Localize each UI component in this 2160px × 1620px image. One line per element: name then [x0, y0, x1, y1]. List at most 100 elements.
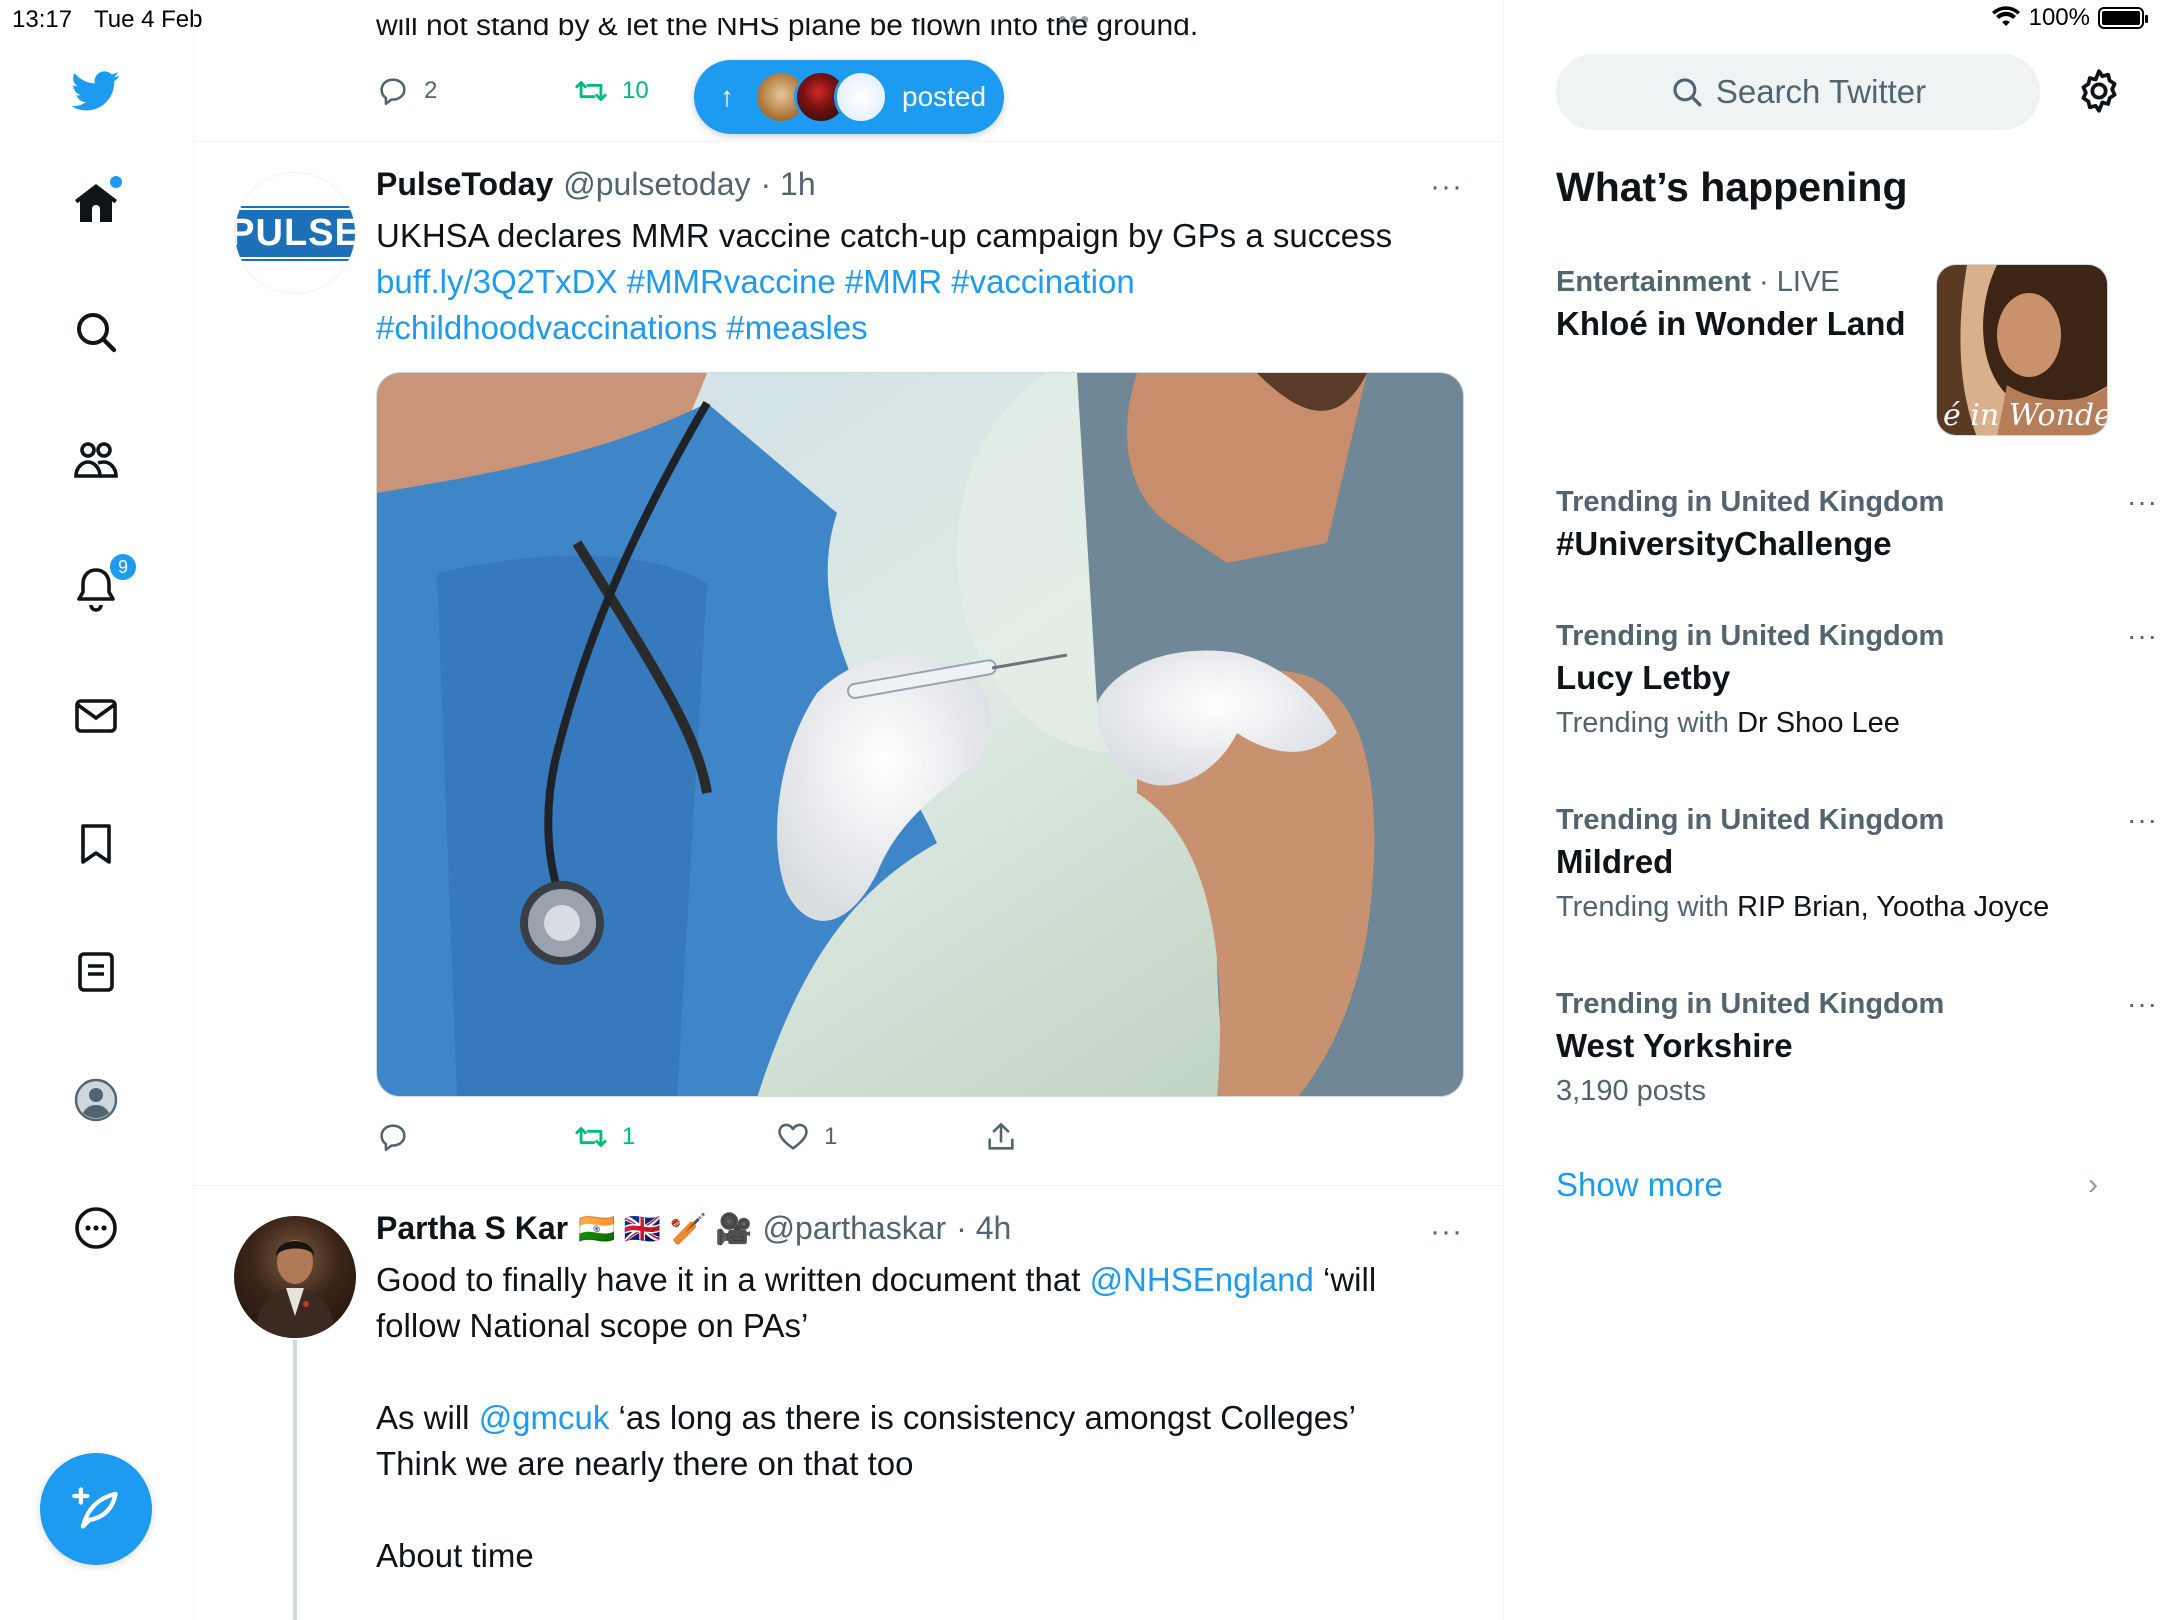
- live-label: · LIVE: [1759, 266, 1840, 298]
- reply-button[interactable]: [376, 1120, 424, 1154]
- mention-link[interactable]: @gmcuk: [479, 1399, 610, 1436]
- pulsetoday-avatar[interactable]: PULSE: [234, 172, 356, 294]
- more-icon[interactable]: [66, 1198, 126, 1258]
- tweet-time[interactable]: · 4h: [956, 1210, 1011, 1247]
- whats-happening-heading: What’s happening: [1556, 164, 1908, 210]
- tweet-divider: [194, 1185, 1503, 1186]
- share-button[interactable]: [984, 1120, 1018, 1154]
- tweet-hashtags[interactable]: #childhoodvaccinations #measles: [376, 305, 1436, 351]
- posted-avatars: [754, 70, 888, 124]
- search-placeholder: Search Twitter: [1715, 73, 1927, 110]
- tweet-link[interactable]: buff.ly/3Q2TxDX: [376, 263, 618, 300]
- trend-item[interactable]: Trending in United Kingdom West Yorkshir…: [1556, 988, 2157, 1108]
- reply-icon: [380, 1124, 406, 1152]
- tweet-text-segment: As will: [376, 1399, 479, 1436]
- trend-more-icon[interactable]: ···: [2127, 620, 2158, 652]
- show-more-link[interactable]: Show more: [1556, 1166, 1723, 1204]
- like-count: 1: [824, 1123, 838, 1150]
- tweet-hashtags[interactable]: #MMRvaccine #MMR #vaccination: [627, 263, 1135, 300]
- communities-icon[interactable]: [66, 430, 126, 490]
- trend-more-icon[interactable]: ···: [2127, 486, 2158, 518]
- tweet-header: Partha S Kar 🇮🇳 🇬🇧 🏏 🎥 @parthaskar · 4h: [376, 1210, 1011, 1247]
- profile-icon[interactable]: [66, 1070, 126, 1130]
- vaccination-photo: [377, 373, 1463, 1096]
- reply-icon: [380, 78, 406, 106]
- tweet-text-segment: Good to finally have it in a written doc…: [376, 1261, 1090, 1298]
- previous-tweet-retweet-button[interactable]: 10: [574, 74, 649, 108]
- trend-more-icon[interactable]: ···: [2127, 988, 2158, 1020]
- compose-tweet-icon: [72, 1487, 118, 1529]
- trend-thumbnail[interactable]: é in Wonder L: [1936, 264, 2108, 436]
- previous-tweet-text: will not stand by & let the NHS plane be…: [376, 18, 1199, 42]
- trend-with-value: Dr Shoo Lee: [1737, 707, 1900, 739]
- trend-item[interactable]: Trending in United Kingdom Mildred Trend…: [1556, 804, 2157, 924]
- like-button[interactable]: 1: [776, 1120, 837, 1154]
- trend-with-value: RIP Brian, Yootha Joyce: [1737, 891, 2050, 923]
- trend-with-label: Trending with: [1556, 891, 1738, 923]
- author-name-emojis: 🇮🇳 🇬🇧 🏏 🎥: [578, 1213, 753, 1246]
- arrow-up-icon: ↑: [720, 81, 734, 112]
- tweet-text-segment: ‘as long as there is consistency amongst…: [609, 1399, 1356, 1436]
- new-posts-pill[interactable]: ↑ posted: [694, 60, 1004, 134]
- tweet-header: PulseToday @pulsetoday · 1h: [376, 166, 816, 203]
- lists-icon[interactable]: [66, 942, 126, 1002]
- tweet-text-segment: ‘will: [1313, 1261, 1377, 1298]
- trend-title: West Yorkshire: [1556, 1027, 1793, 1064]
- tweet-text-line: UKHSA declares MMR vaccine catch-up camp…: [376, 217, 1393, 254]
- retweet-icon: [575, 1127, 607, 1147]
- author-name[interactable]: Partha S Kar: [376, 1210, 568, 1247]
- retweet-icon: [575, 81, 607, 101]
- trend-item[interactable]: Trending in United Kingdom #UniversityCh…: [1556, 486, 2157, 563]
- home-icon[interactable]: [66, 174, 126, 234]
- messages-icon[interactable]: [66, 686, 126, 746]
- trend-category: Trending in United Kingdom: [1556, 620, 1945, 652]
- timeline-feed[interactable]: will not stand by & let the NHS plane be…: [194, 0, 1504, 1620]
- thumbnail-text: é in Wonder L: [1943, 398, 2108, 433]
- retweet-button[interactable]: 1: [574, 1120, 635, 1154]
- tweet-time[interactable]: · 1h: [761, 166, 816, 203]
- trend-category: Trending in United Kingdom: [1556, 988, 1945, 1020]
- right-sidebar: Search Twitter What’s happening Entertai…: [1504, 0, 2160, 1620]
- previous-tweet-reply-button[interactable]: 2: [376, 74, 437, 108]
- notifications-badge: 9: [108, 552, 138, 582]
- trend-category: Trending in United Kingdom: [1556, 486, 1945, 518]
- twitter-logo-icon[interactable]: [66, 60, 126, 120]
- tweet-divider: [194, 141, 1503, 142]
- posted-label: posted: [902, 81, 987, 112]
- chevron-right-icon[interactable]: ›: [2088, 1168, 2098, 1202]
- tweet-text-line: follow National scope on PAs’: [376, 1307, 809, 1344]
- tweet-more-icon[interactable]: ···: [1430, 1215, 1463, 1249]
- trend-title: Lucy Letby: [1556, 659, 1731, 696]
- explore-icon[interactable]: [66, 302, 126, 362]
- tweet-more-icon[interactable]: ···: [1430, 170, 1463, 204]
- trend-category: Entertainment: [1556, 266, 1751, 298]
- reply-count: 2: [424, 77, 438, 104]
- thread-connector-line: [293, 1340, 297, 1620]
- trend-category: Trending in United Kingdom: [1556, 804, 1945, 836]
- share-icon: [988, 1122, 1014, 1150]
- khloe-photo: é in Wonder L: [1937, 265, 2108, 435]
- compose-tweet-button[interactable]: [40, 1453, 152, 1565]
- mention-link[interactable]: @NHSEngland: [1090, 1261, 1314, 1298]
- pulse-logo: PULSE: [235, 205, 355, 261]
- tweet-text-line: About time: [376, 1537, 534, 1574]
- trend-with-label: Trending with: [1556, 707, 1738, 739]
- author-name[interactable]: PulseToday: [376, 166, 553, 203]
- notifications-icon[interactable]: 9: [66, 552, 138, 618]
- trend-post-count: 3,190 posts: [1556, 1075, 1706, 1107]
- gear-icon[interactable]: [2074, 66, 2124, 116]
- trend-item[interactable]: Trending in United Kingdom Lucy Letby Tr…: [1556, 620, 2157, 740]
- tweet-body: UKHSA declares MMR vaccine catch-up camp…: [376, 213, 1436, 351]
- bookmarks-icon[interactable]: [66, 814, 126, 874]
- parthaskar-avatar[interactable]: [234, 1216, 356, 1338]
- retweet-count: 1: [622, 1123, 636, 1150]
- retweet-count: 10: [622, 77, 649, 104]
- trend-more-icon[interactable]: ···: [2127, 804, 2158, 836]
- author-handle[interactable]: @parthaskar: [763, 1210, 947, 1247]
- left-navigation: 9: [0, 0, 194, 1620]
- heart-icon: [778, 1123, 808, 1150]
- search-input[interactable]: Search Twitter: [1556, 54, 2040, 130]
- tweet-image-vaccination[interactable]: [376, 372, 1464, 1097]
- tweet-text-line: Think we are nearly there on that too: [376, 1445, 914, 1482]
- author-handle[interactable]: @pulsetoday: [563, 166, 750, 203]
